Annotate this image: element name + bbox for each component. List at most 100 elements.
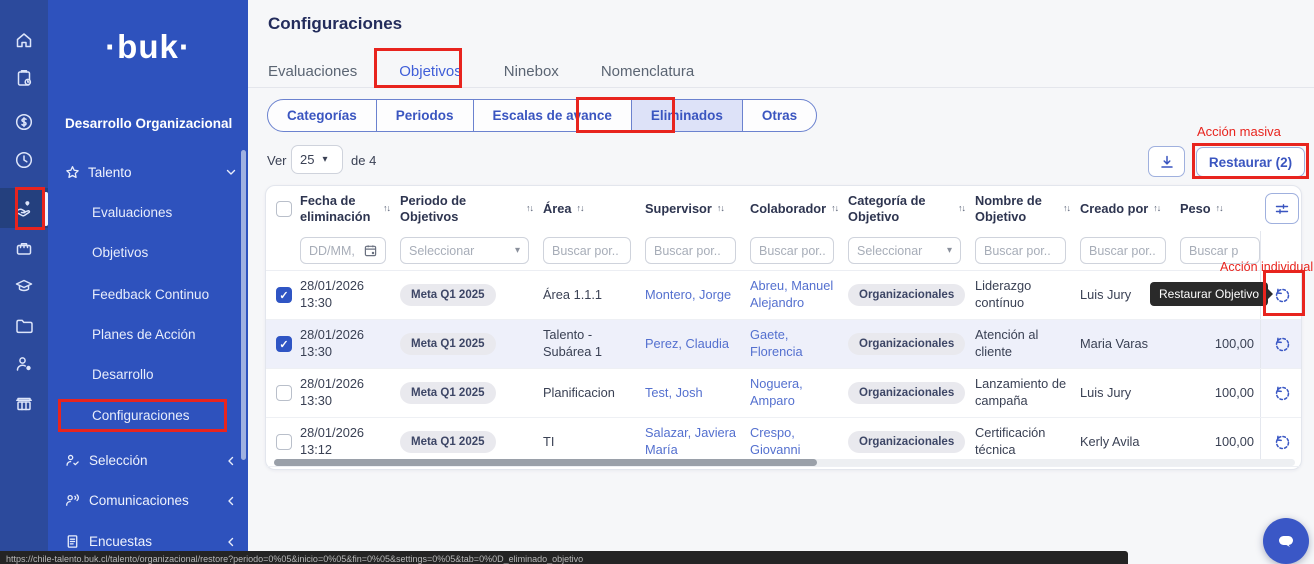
cell-creado: Kerly Avila <box>1080 434 1180 451</box>
sidebar-group-talento[interactable]: Talento <box>65 160 237 184</box>
sort-icon[interactable]: ↑↓ <box>831 203 838 214</box>
sort-icon[interactable]: ↑↓ <box>717 203 724 214</box>
row-checkbox[interactable] <box>276 336 292 352</box>
subtab-periodos[interactable]: Periodos <box>376 100 473 131</box>
document-icon <box>65 534 80 549</box>
periodo-badge: Meta Q1 2025 <box>400 333 496 356</box>
restore-row-icon[interactable] <box>1273 384 1292 403</box>
sidebar-item-feedback-continuo[interactable]: Feedback Continuo <box>92 287 209 302</box>
tab-objetivos[interactable]: Objetivos <box>399 63 462 80</box>
sort-icon[interactable]: ↑↓ <box>383 203 390 214</box>
home-icon[interactable] <box>0 20 48 60</box>
restore-selected-button[interactable]: Restaurar (2) <box>1196 147 1305 177</box>
sidebar-item-objetivos[interactable]: Objetivos <box>92 245 148 260</box>
chevron-down-icon: ▾ <box>947 245 952 256</box>
col-categoria-objetivo[interactable]: Categoría de Objetivo↑↓ <box>848 193 975 224</box>
download-button[interactable] <box>1148 146 1185 177</box>
col-peso[interactable]: Peso↑↓ <box>1180 201 1260 216</box>
col-colaborador[interactable]: Colaborador↑↓ <box>750 201 848 216</box>
table-row[interactable]: 28/01/2026 13:30 Meta Q1 2025 Planificac… <box>266 369 1301 418</box>
filter-fecha[interactable]: DD/MM, <box>300 237 386 264</box>
supervisor-link[interactable]: Salazar, Javiera María <box>645 425 750 458</box>
tasks-clipboard-icon[interactable] <box>0 58 48 98</box>
colaborador-link[interactable]: Gaete, Florencia <box>750 327 848 360</box>
table-row[interactable]: 28/01/2026 13:30 Meta Q1 2025 Talento - … <box>266 320 1301 369</box>
sidebar-scrollbar[interactable] <box>241 150 246 460</box>
subtab-categorias[interactable]: Categorías <box>268 100 376 131</box>
sort-icon[interactable]: ↑↓ <box>1153 203 1160 214</box>
filter-categoria-select[interactable]: Seleccionar▾ <box>848 237 961 264</box>
column-settings-button[interactable] <box>1265 193 1299 224</box>
supervisor-link[interactable]: Montero, Jorge <box>645 287 750 304</box>
scrollbar-thumb[interactable] <box>274 459 817 466</box>
colaborador-link[interactable]: Abreu, Manuel Alejandro <box>750 278 848 311</box>
talent-hand-heart-icon[interactable] <box>0 188 48 228</box>
sidebar-item-evaluaciones[interactable]: Evaluaciones <box>92 205 172 220</box>
restore-tooltip: Restaurar Objetivo <box>1150 282 1268 306</box>
sort-icon[interactable]: ↑↓ <box>576 203 583 214</box>
cell-fecha: 28/01/2026 13:30 <box>300 327 400 360</box>
sliders-icon <box>1274 201 1290 217</box>
sort-icon[interactable]: ↑↓ <box>958 203 965 214</box>
restore-row-icon[interactable] <box>1273 286 1292 305</box>
filter-supervisor-input[interactable] <box>654 244 727 258</box>
filter-periodo-select[interactable]: Seleccionar▾ <box>400 237 529 264</box>
sidebar-group-encuestas[interactable]: Encuestas <box>65 534 237 549</box>
selection-person-icon[interactable] <box>0 344 48 384</box>
table-row[interactable]: 28/01/2026 13:30 Meta Q1 2025 Área 1.1.1… <box>266 271 1301 320</box>
col-supervisor[interactable]: Supervisor↑↓ <box>645 201 750 216</box>
training-graduation-icon[interactable] <box>0 266 48 306</box>
payments-dollar-icon[interactable] <box>0 102 48 142</box>
sidebar-item-planes-de-accion[interactable]: Planes de Acción <box>92 327 196 342</box>
periodo-badge: Meta Q1 2025 <box>400 431 496 454</box>
organization-cabinet-icon[interactable] <box>0 384 48 424</box>
restore-row-icon[interactable] <box>1273 335 1292 354</box>
cell-fecha: 28/01/2026 13:12 <box>300 425 400 458</box>
col-periodo-objetivos[interactable]: Periodo de Objetivos↑↓ <box>400 193 543 224</box>
tab-bar: Evaluaciones Objetivos Ninebox Nomenclat… <box>268 55 694 88</box>
sort-icon[interactable]: ↑↓ <box>1063 203 1070 214</box>
tab-ninebox[interactable]: Ninebox <box>504 63 559 80</box>
filter-nombre-input[interactable] <box>984 244 1057 258</box>
icon-rail <box>0 0 48 564</box>
restore-row-icon[interactable] <box>1273 433 1292 452</box>
filter-creado-input[interactable] <box>1089 244 1157 258</box>
colaborador-link[interactable]: Crespo, Giovanni <box>750 425 848 458</box>
col-area[interactable]: Área↑↓ <box>543 201 645 216</box>
col-creado-por[interactable]: Creado por↑↓ <box>1080 201 1180 216</box>
col-nombre-objetivo[interactable]: Nombre de Objetivo↑↓ <box>975 193 1080 224</box>
filter-area-input[interactable] <box>552 244 622 258</box>
periodo-badge: Meta Q1 2025 <box>400 284 496 307</box>
tab-evaluaciones[interactable]: Evaluaciones <box>268 63 357 80</box>
select-all-checkbox[interactable] <box>276 201 292 217</box>
supervisor-link[interactable]: Perez, Claudia <box>645 336 750 353</box>
cell-creado: Maria Varas <box>1080 336 1180 353</box>
filter-colaborador-input[interactable] <box>759 244 825 258</box>
tab-nomenclatura[interactable]: Nomenclatura <box>601 63 694 80</box>
row-checkbox[interactable] <box>276 385 292 401</box>
col-fecha-eliminacion[interactable]: Fecha de eliminación↑↓ <box>300 193 400 224</box>
horizontal-scrollbar[interactable] <box>274 459 1295 466</box>
benefits-briefcase-icon[interactable] <box>0 228 48 268</box>
sidebar-group-seleccion[interactable]: Selección <box>65 453 237 468</box>
sort-icon[interactable]: ↑↓ <box>1216 203 1223 214</box>
sidebar-item-desarrollo[interactable]: Desarrollo <box>92 367 154 382</box>
row-checkbox[interactable] <box>276 287 292 303</box>
page-size-select[interactable]: 25 ▾ <box>291 145 343 174</box>
supervisor-link[interactable]: Test, Josh <box>645 385 750 402</box>
row-checkbox[interactable] <box>276 434 292 450</box>
filter-peso-input[interactable] <box>1189 244 1251 258</box>
sidebar-group-label: Selección <box>89 453 148 468</box>
documents-folder-icon[interactable] <box>0 306 48 346</box>
sidebar-item-configuraciones[interactable]: Configuraciones <box>92 408 190 423</box>
chevron-left-icon <box>225 495 237 507</box>
sort-icon[interactable]: ↑↓ <box>526 203 533 214</box>
chat-button[interactable] <box>1263 518 1309 564</box>
sidebar-group-comunicaciones[interactable]: Comunicaciones <box>65 493 237 508</box>
time-clock-icon[interactable] <box>0 140 48 180</box>
subtab-escalas-de-avance[interactable]: Escalas de avance <box>473 100 631 131</box>
subtab-eliminados[interactable]: Eliminados <box>631 100 742 131</box>
colaborador-link[interactable]: Noguera, Amparo <box>750 376 848 409</box>
sidebar: ·buk· Desarrollo Organizacional Talento … <box>48 0 248 564</box>
subtab-otras[interactable]: Otras <box>742 100 816 131</box>
